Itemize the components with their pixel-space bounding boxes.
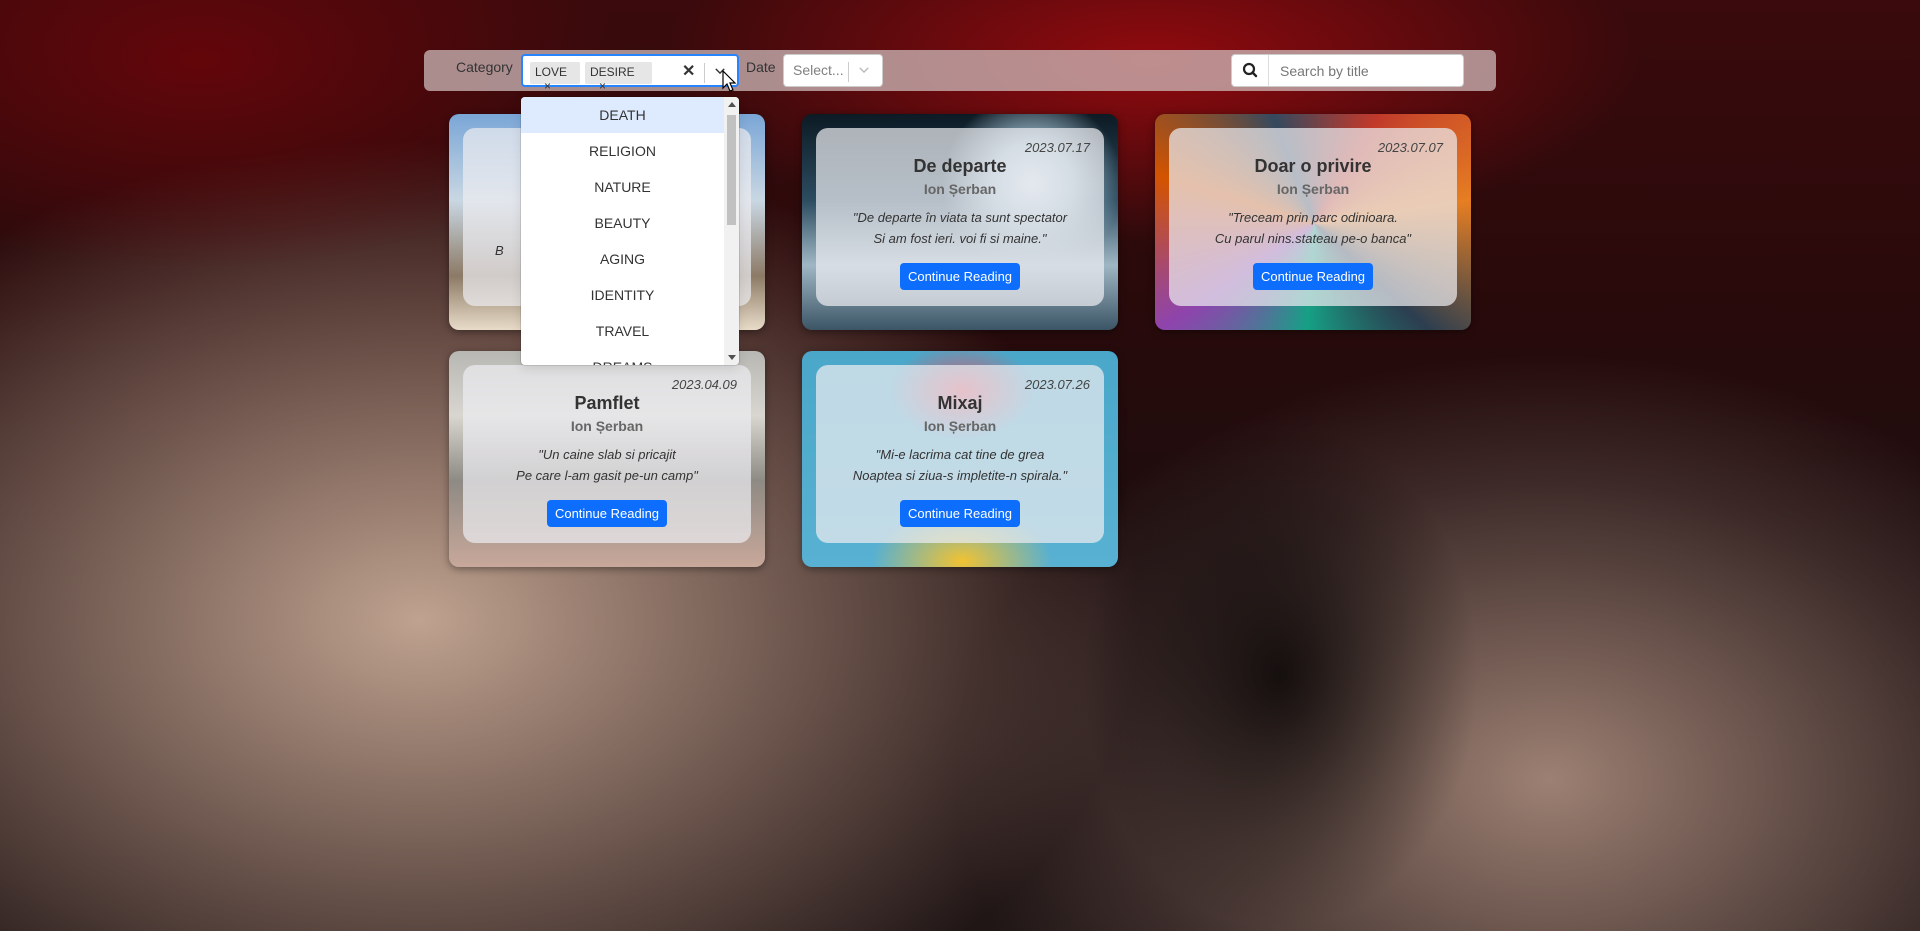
- card-title: De departe: [913, 156, 1007, 176]
- scrollbar-thumb[interactable]: [727, 115, 736, 225]
- card-quote: "Mi-e lacrima cat tine de grea Noaptea s…: [852, 447, 1068, 483]
- poem-card: 2023.07.17 De departe Ion Șerban "De dep…: [802, 114, 1118, 330]
- card-panel: 2023.07.17 De departe Ion Șerban "De dep…: [816, 128, 1104, 306]
- chevron-down-icon[interactable]: [857, 63, 871, 77]
- indicator-separator: [848, 62, 849, 82]
- search-button[interactable]: [1232, 55, 1269, 86]
- background-shadow: [1080, 420, 1480, 931]
- card-panel: 2023.07.07 Doar o privire Ion Șerban "Tr…: [1169, 128, 1457, 306]
- search-input[interactable]: [1270, 55, 1462, 86]
- scroll-down-icon[interactable]: [728, 355, 736, 360]
- chip-label: DESIRE: [590, 65, 635, 79]
- card-author: Ion Șerban: [923, 181, 997, 197]
- option-nature[interactable]: NATURE: [521, 169, 724, 205]
- mouse-cursor-icon: [722, 70, 737, 92]
- poem-card: 2023.07.26 Mixaj Ion Șerban "Mi-e lacrim…: [802, 351, 1118, 567]
- card-panel: 2023.04.09 Pamflet Ion Șerban "Un caine …: [463, 365, 751, 543]
- continue-reading-button[interactable]: Continue Reading: [899, 263, 1021, 290]
- card-author: Ion Șerban: [923, 418, 997, 434]
- option-aging[interactable]: AGING: [521, 241, 724, 277]
- card-quote: "Un caine slab si pricajit Pe care l-am …: [516, 447, 698, 483]
- date-select[interactable]: Select...: [783, 54, 883, 87]
- category-dropdown-menu: DEATH RELIGION NATURE BEAUTY AGING IDENT…: [521, 97, 739, 365]
- card-panel: 2023.07.26 Mixaj Ion Șerban "Mi-e lacrim…: [816, 365, 1104, 543]
- option-travel[interactable]: TRAVEL: [521, 313, 724, 349]
- category-select[interactable]: LOVE× DESIRE× ✕: [521, 54, 739, 93]
- card-date: 2023.07.26: [1024, 377, 1090, 392]
- continue-reading-button[interactable]: Continue Reading: [1252, 263, 1374, 290]
- card-quote: "De departe în viata ta sunt spectator S…: [852, 210, 1068, 246]
- menu-scrollbar[interactable]: [724, 97, 739, 365]
- option-religion[interactable]: RELIGION: [521, 133, 724, 169]
- card-date: 2023.07.17: [1024, 140, 1090, 155]
- filter-bar: Category LOVE× DESIRE× ✕ Date Select...: [424, 50, 1496, 93]
- card-title: Pamflet: [574, 393, 640, 413]
- scroll-up-icon[interactable]: [728, 102, 736, 107]
- search-group: [1231, 54, 1464, 87]
- chip-label: LOVE: [535, 65, 568, 79]
- card-date: 2023.04.09: [671, 377, 737, 392]
- search-icon: [1242, 62, 1258, 78]
- poem-card: 2023.07.07 Doar o privire Ion Șerban "Tr…: [1155, 114, 1471, 330]
- date-label: Date: [746, 59, 776, 75]
- poem-card: 2023.04.09 Pamflet Ion Șerban "Un caine …: [449, 351, 765, 567]
- card-title: Doar o privire: [1254, 156, 1372, 176]
- option-dreams[interactable]: DREAMS: [521, 349, 724, 365]
- card-quote: "Treceam prin parc odinioara. Cu parul n…: [1214, 210, 1412, 246]
- date-placeholder: Select...: [793, 62, 844, 78]
- option-death[interactable]: DEATH: [521, 97, 724, 133]
- card-author: Ion Șerban: [570, 418, 644, 434]
- clear-icon[interactable]: ✕: [682, 61, 695, 81]
- chip-love: LOVE×: [530, 62, 580, 93]
- continue-reading-button[interactable]: Continue Reading: [899, 500, 1021, 527]
- card-title: Mixaj: [937, 393, 983, 413]
- option-beauty[interactable]: BEAUTY: [521, 205, 724, 241]
- card-author: Ion Șerban: [1276, 181, 1350, 197]
- card-date: 2023.07.07: [1377, 140, 1443, 155]
- chip-desire: DESIRE×: [585, 62, 652, 93]
- category-label: Category: [456, 59, 513, 75]
- chip-remove-desire[interactable]: ×: [595, 79, 610, 93]
- indicator-separator: [704, 63, 705, 83]
- option-identity[interactable]: IDENTITY: [521, 277, 724, 313]
- chip-remove-love[interactable]: ×: [540, 79, 555, 93]
- continue-reading-button[interactable]: Continue Reading: [546, 500, 668, 527]
